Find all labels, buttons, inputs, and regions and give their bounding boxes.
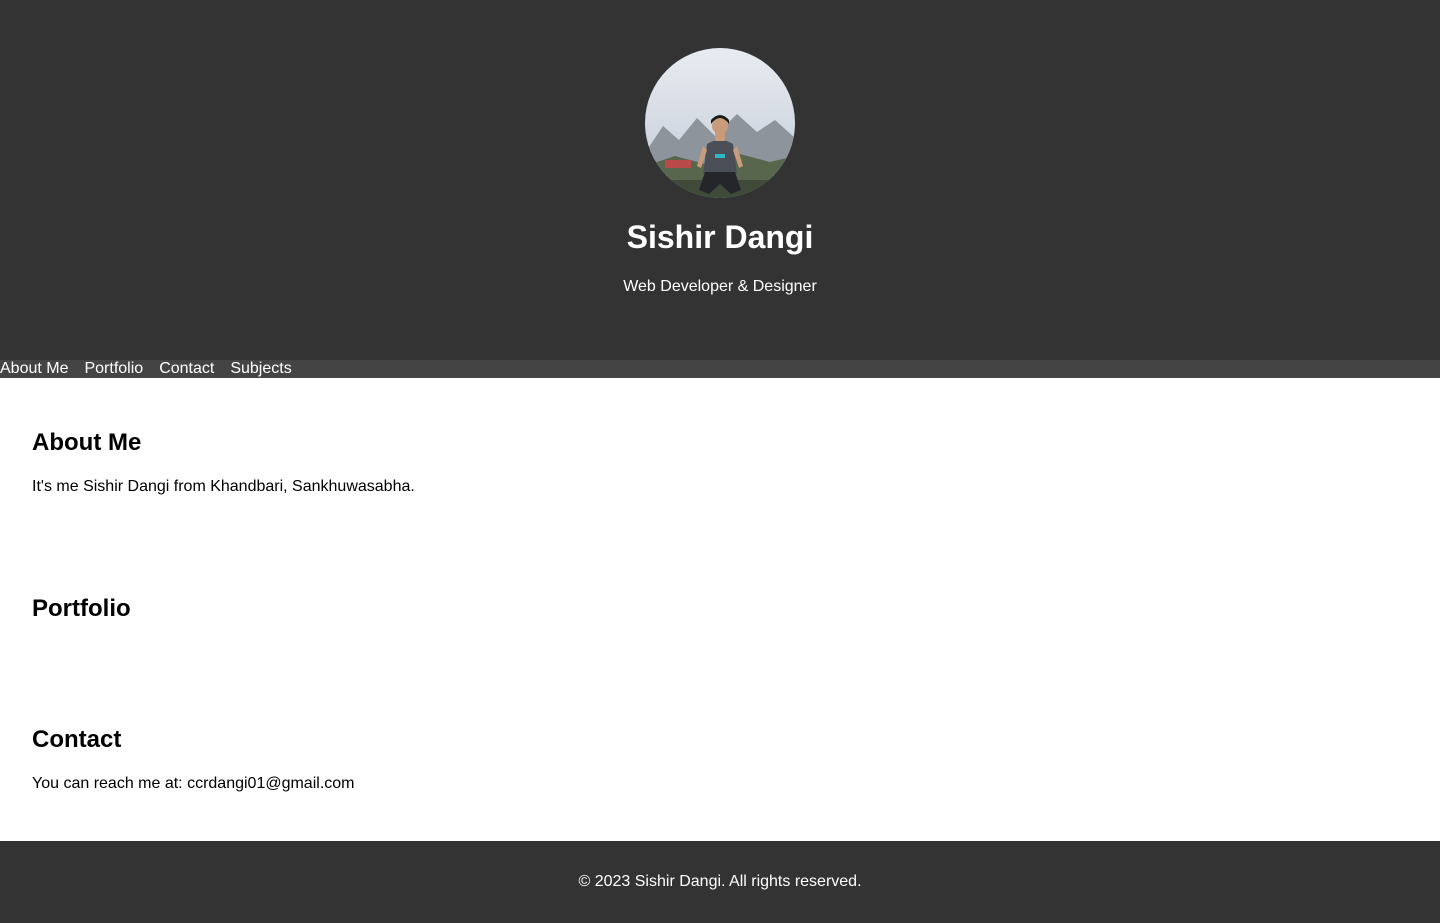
site-name: Sishir Dangi bbox=[626, 219, 814, 255]
copyright-text: © 2023 Sishir Dangi. All rights reserved… bbox=[578, 873, 862, 890]
profile-photo bbox=[645, 48, 795, 198]
main-nav: About Me Portfolio Contact Subjects bbox=[0, 360, 1440, 378]
portfolio-heading: Portfolio bbox=[32, 595, 131, 622]
about-heading: About Me bbox=[32, 429, 142, 456]
main-content: About Me It's me Sishir Dangi from Khand… bbox=[0, 378, 1440, 841]
contact-heading: Contact bbox=[32, 726, 122, 753]
site-tagline: Web Developer & Designer bbox=[623, 278, 817, 295]
nav-link-contact[interactable]: Contact bbox=[159, 360, 214, 378]
site-footer: © 2023 Sishir Dangi. All rights reserved… bbox=[0, 841, 1440, 923]
nav-link-about[interactable]: About Me bbox=[0, 360, 68, 378]
about-text: It's me Sishir Dangi from Khandbari, San… bbox=[32, 478, 415, 495]
nav-link-subjects[interactable]: Subjects bbox=[230, 360, 291, 378]
contact-text: You can reach me at: ccrdangi01@gmail.co… bbox=[32, 775, 355, 792]
site-header: Sishir Dangi Web Developer & Designer bbox=[0, 0, 1440, 360]
nav-link-portfolio[interactable]: Portfolio bbox=[84, 360, 143, 378]
